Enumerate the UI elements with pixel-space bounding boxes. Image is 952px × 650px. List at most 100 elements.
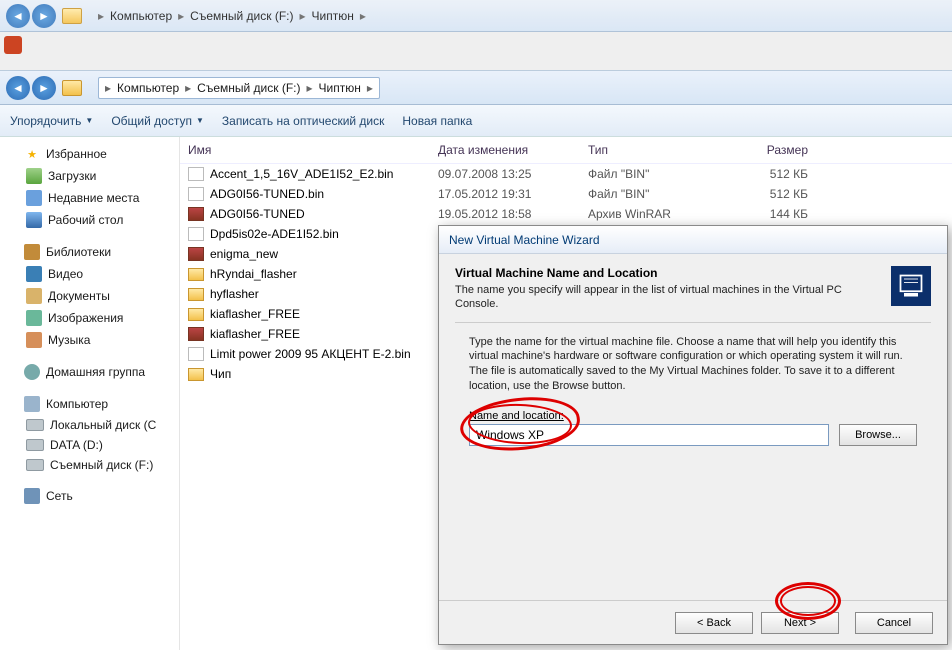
star-icon: ★	[24, 146, 40, 162]
vm-icon	[891, 266, 931, 306]
explorer-toolbar: Упорядочить▼ Общий доступ▼ Записать на о…	[0, 105, 952, 137]
toolbar-share[interactable]: Общий доступ▼	[111, 114, 204, 128]
file-icon	[188, 227, 204, 241]
file-row[interactable]: Accent_1,5_16V_ADE1I52_E2.bin 09.07.2008 …	[180, 164, 952, 184]
bg-window-navbar: ◄ ► ▸Компьютер ▸Съемный диск (F:) ▸Чиптю…	[0, 0, 952, 32]
file-name: Limit power 2009 95 АКЦЕНТ Е-2.bin	[210, 347, 411, 361]
file-icon	[188, 207, 204, 221]
file-icon	[188, 268, 204, 281]
nav-back-icon[interactable]: ◄	[6, 76, 30, 100]
next-button[interactable]: Next >	[761, 612, 839, 634]
sidebar-favorites[interactable]: ★Избранное	[6, 143, 179, 165]
sidebar-homegroup[interactable]: Домашняя группа	[6, 361, 179, 383]
file-icon	[188, 187, 204, 201]
recent-icon	[26, 190, 42, 206]
new-vm-wizard-dialog: New Virtual Machine Wizard Virtual Machi…	[438, 225, 948, 645]
sidebar-item-desktop[interactable]: Рабочий стол	[6, 209, 179, 231]
file-size: 512 КБ	[728, 167, 808, 181]
sidebar-item-documents[interactable]: Документы	[6, 285, 179, 307]
opera-icon[interactable]	[4, 36, 22, 54]
drive-icon	[26, 419, 44, 431]
sidebar-network[interactable]: Сеть	[6, 485, 179, 507]
sidebar-drive-c[interactable]: Локальный диск (C	[6, 415, 179, 435]
window-tabstrip	[0, 32, 952, 72]
file-icon	[188, 347, 204, 361]
column-headers[interactable]: Имя Дата изменения Тип Размер	[180, 137, 952, 164]
file-icon	[188, 327, 204, 341]
explorer-sidebar: ★Избранное Загрузки Недавние места Рабоч…	[0, 137, 180, 650]
drive-icon	[26, 459, 44, 471]
video-icon	[26, 266, 42, 282]
file-name: ADG0I56-TUNED	[210, 207, 305, 221]
col-size: Размер	[728, 143, 808, 157]
file-name: kiaflasher_FREE	[210, 307, 300, 321]
file-date: 17.05.2012 19:31	[438, 187, 588, 201]
file-icon	[188, 368, 204, 381]
file-name: hRyndai_flasher	[210, 267, 297, 281]
file-icon	[188, 167, 204, 181]
browse-button[interactable]: Browse...	[839, 424, 917, 446]
homegroup-icon	[24, 364, 40, 380]
file-date: 09.07.2008 13:25	[438, 167, 588, 181]
download-icon	[26, 168, 42, 184]
cancel-button[interactable]: Cancel	[855, 612, 933, 634]
nav-back-icon[interactable]: ◄	[6, 4, 30, 28]
toolbar-burn[interactable]: Записать на оптический диск	[222, 114, 385, 128]
nav-fwd-icon[interactable]: ►	[32, 76, 56, 100]
file-name: Accent_1,5_16V_ADE1I52_E2.bin	[210, 167, 393, 181]
sidebar-drive-d[interactable]: DATA (D:)	[6, 435, 179, 455]
file-type: Файл "BIN"	[588, 187, 728, 201]
file-size: 144 КБ	[728, 207, 808, 221]
file-type: Архив WinRAR	[588, 207, 728, 221]
folder-icon	[62, 80, 82, 96]
file-date: 19.05.2012 18:58	[438, 207, 588, 221]
vm-name-input[interactable]	[469, 424, 829, 446]
sidebar-libraries[interactable]: Библиотеки	[6, 241, 179, 263]
dialog-title: New Virtual Machine Wizard	[439, 226, 947, 254]
dialog-description: Type the name for the virtual machine fi…	[455, 335, 931, 394]
file-row[interactable]: ADG0I56-TUNED.bin 17.05.2012 19:31Файл "B…	[180, 184, 952, 204]
sidebar-item-video[interactable]: Видео	[6, 263, 179, 285]
file-icon	[188, 288, 204, 301]
folder-icon	[62, 8, 82, 24]
network-icon	[24, 488, 40, 504]
dialog-footer: < Back Next > Cancel	[439, 600, 947, 644]
document-icon	[26, 288, 42, 304]
file-size: 512 КБ	[728, 187, 808, 201]
explorer-navbar: ◄ ► ▸Компьютер ▸Съемный диск (F:) ▸Чиптю…	[0, 71, 952, 105]
music-icon	[26, 332, 42, 348]
col-name: Имя	[188, 143, 438, 157]
image-icon	[26, 310, 42, 326]
file-row[interactable]: ADG0I56-TUNED 19.05.2012 18:58Архив WinRA…	[180, 204, 952, 224]
file-icon	[188, 247, 204, 261]
file-type: Файл "BIN"	[588, 167, 728, 181]
file-name: Чип	[210, 367, 231, 381]
col-date: Дата изменения	[438, 143, 588, 157]
sidebar-computer[interactable]: Компьютер	[6, 393, 179, 415]
file-name: enigma_new	[210, 247, 278, 261]
nav-fwd-icon[interactable]: ►	[32, 4, 56, 28]
bg-breadcrumb[interactable]: ▸Компьютер ▸Съемный диск (F:) ▸Чиптюн ▸	[98, 9, 366, 23]
library-icon	[24, 244, 40, 260]
file-name: hyflasher	[210, 287, 259, 301]
sidebar-drive-f[interactable]: Съемный диск (F:)	[6, 455, 179, 475]
dialog-subheading: The name you specify will appear in the …	[455, 283, 879, 312]
dialog-heading: Virtual Machine Name and Location	[455, 266, 879, 280]
toolbar-newfolder[interactable]: Новая папка	[402, 114, 472, 128]
file-name: kiaflasher_FREE	[210, 327, 300, 341]
col-type: Тип	[588, 143, 728, 157]
breadcrumb[interactable]: ▸Компьютер ▸Съемный диск (F:) ▸Чиптюн ▸	[98, 77, 380, 99]
toolbar-organize[interactable]: Упорядочить▼	[10, 114, 93, 128]
desktop-icon	[26, 212, 42, 228]
sidebar-item-recent[interactable]: Недавние места	[6, 187, 179, 209]
sidebar-item-downloads[interactable]: Загрузки	[6, 165, 179, 187]
file-name: Dpd5is02e-ADE1I52.bin	[210, 227, 339, 241]
sidebar-item-images[interactable]: Изображения	[6, 307, 179, 329]
file-icon	[188, 308, 204, 321]
back-button[interactable]: < Back	[675, 612, 753, 634]
name-location-label: Name and location:	[455, 410, 931, 422]
computer-icon	[24, 396, 40, 412]
drive-icon	[26, 439, 44, 451]
sidebar-item-music[interactable]: Музыка	[6, 329, 179, 351]
file-name: ADG0I56-TUNED.bin	[210, 187, 324, 201]
